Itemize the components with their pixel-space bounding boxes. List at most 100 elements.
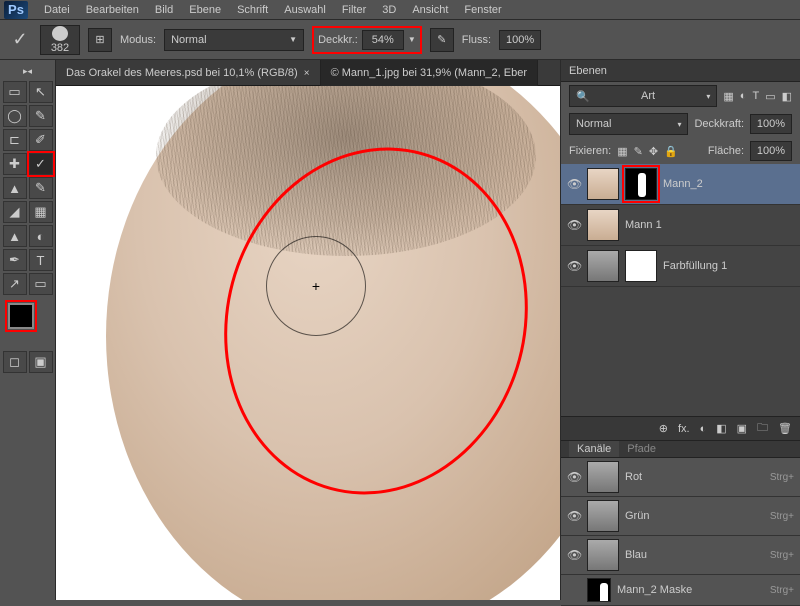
new-layer-icon[interactable]: 🗀 [757, 419, 768, 438]
heal-tool[interactable]: ✚ [3, 153, 27, 175]
menu-fenster[interactable]: Fenster [456, 0, 509, 20]
color-swatches[interactable] [8, 303, 48, 343]
path-tool[interactable]: ↗ [3, 273, 27, 295]
flow-input[interactable]: 100% [499, 30, 541, 50]
layer-opacity-input[interactable]: 100% [750, 114, 792, 134]
blend-value: Normal [576, 118, 611, 130]
filter-icons[interactable]: ▦◐T▭◧ [723, 90, 792, 103]
document-tabs: Das Orakel des Meeres.psd bei 10,1% (RGB… [56, 60, 560, 86]
channel-row[interactable]: 👁BlauStrg+ [561, 536, 800, 575]
channel-row[interactable]: 👁RotStrg+ [561, 458, 800, 497]
menu-ansicht[interactable]: Ansicht [404, 0, 456, 20]
opacity-input[interactable]: 54% [362, 30, 404, 50]
opacity-label: Deckkr.: [318, 34, 358, 46]
layer-thumbnail[interactable] [587, 168, 619, 200]
blur-tool[interactable]: ▲ [3, 225, 27, 247]
brush-preset-picker[interactable]: 382 [40, 25, 80, 55]
layer-name[interactable]: Farbfüllung 1 [663, 260, 794, 272]
channel-row[interactable]: Mann_2 MaskeStrg+ [561, 575, 800, 606]
pen-tool[interactable]: ✒ [3, 249, 27, 271]
channel-thumbnail [587, 461, 619, 493]
layer-row[interactable]: 👁 Farbfüllung 1 [561, 246, 800, 287]
menu-3d[interactable]: 3D [374, 0, 404, 20]
foreground-color-swatch[interactable] [8, 303, 34, 329]
menu-ebene[interactable]: Ebene [181, 0, 229, 20]
chevron-down-icon[interactable]: ▼ [408, 35, 416, 44]
channels-tab[interactable]: Kanäle [569, 441, 619, 457]
menu-bearbeiten[interactable]: Bearbeiten [78, 0, 147, 20]
mask-icon[interactable]: ◐ [700, 423, 707, 435]
brush-tool-icon: ✓ [8, 28, 32, 52]
layer-mask-thumbnail[interactable] [625, 250, 657, 282]
visibility-icon[interactable]: 👁 [567, 509, 581, 523]
layer-name[interactable]: Mann_2 [663, 178, 794, 190]
delete-icon[interactable]: 🗑 [778, 422, 792, 435]
layers-list: 👁 Mann_2 👁 Mann 1 👁 Farbfüllung 1 [561, 164, 800, 416]
shape-tool[interactable]: ▭ [29, 273, 53, 295]
layer-filter-dropdown[interactable]: 🔍Art▾ [569, 85, 717, 107]
adjust-icon[interactable]: ◧ [716, 422, 726, 435]
layer-blend-dropdown[interactable]: Normal▾ [569, 113, 688, 135]
layer-row[interactable]: 👁 Mann_2 [561, 164, 800, 205]
stamp-tool[interactable]: ▲ [3, 177, 27, 199]
channel-thumbnail [587, 539, 619, 571]
brush-tool[interactable]: ✓ [29, 153, 53, 175]
quickmask-tool[interactable]: ◻ [3, 351, 27, 373]
toolbox: ▸◂ ▭↖ ◯✎ ⊏✐ ✚✓ ▲✎ ◢▦ ▲◐ ✒T ↗▭ ◻▣ [0, 60, 56, 600]
lock-icons[interactable]: ▦✎✥🔒 [617, 145, 678, 158]
arrow-tool[interactable]: ↖ [29, 81, 53, 103]
channels-panel: Kanäle Pfade 👁RotStrg+ 👁GrünStrg+ 👁BlauS… [561, 440, 800, 600]
brush-size-value: 382 [51, 42, 69, 54]
fill-input[interactable]: 100% [750, 141, 792, 161]
visibility-icon[interactable]: 👁 [567, 548, 581, 562]
dodge-tool[interactable]: ◐ [29, 225, 53, 247]
canvas[interactable] [56, 86, 560, 600]
filter-type-icon: T [752, 90, 759, 103]
layer-thumbnail[interactable] [587, 209, 619, 241]
visibility-icon[interactable]: 👁 [567, 259, 581, 273]
lasso-tool[interactable]: ◯ [3, 105, 27, 127]
crop-tool[interactable]: ⊏ [3, 129, 27, 151]
layer-thumbnail[interactable] [587, 250, 619, 282]
paths-tab[interactable]: Pfade [619, 441, 664, 457]
document-area: Das Orakel des Meeres.psd bei 10,1% (RGB… [56, 60, 560, 600]
channel-thumbnail [587, 500, 619, 532]
layer-row[interactable]: 👁 Mann 1 [561, 205, 800, 246]
channel-row[interactable]: 👁GrünStrg+ [561, 497, 800, 536]
menu-auswahl[interactable]: Auswahl [276, 0, 334, 20]
lock-transparent-icon: ▦ [617, 145, 627, 158]
fx-icon[interactable]: fx. [678, 423, 690, 435]
screenmode-tool[interactable]: ▣ [29, 351, 53, 373]
flow-label: Fluss: [462, 34, 491, 46]
group-icon[interactable]: ▣ [737, 422, 747, 435]
wand-tool[interactable]: ✎ [29, 105, 53, 127]
channel-shortcut: Strg+ [770, 550, 794, 561]
tab-label: © Mann_1.jpg bei 31,9% (Mann_2, Eber [331, 67, 527, 79]
toolbox-grip-icon[interactable]: ▸◂ [23, 66, 32, 77]
visibility-icon[interactable]: 👁 [567, 218, 581, 232]
layer-mask-thumbnail[interactable] [625, 168, 657, 200]
fill-label: Fläche: [708, 145, 744, 157]
move-tool[interactable]: ▭ [3, 81, 27, 103]
menu-datei[interactable]: Datei [36, 0, 78, 20]
visibility-icon[interactable]: 👁 [567, 177, 581, 191]
brush-panel-toggle-icon[interactable]: ⊞ [88, 28, 112, 52]
history-brush-tool[interactable]: ✎ [29, 177, 53, 199]
document-tab-1[interactable]: Das Orakel des Meeres.psd bei 10,1% (RGB… [56, 60, 321, 86]
menu-bild[interactable]: Bild [147, 0, 181, 20]
layers-panel-tab[interactable]: Ebenen [561, 60, 800, 82]
close-tab-icon[interactable]: × [304, 68, 310, 79]
layer-name[interactable]: Mann 1 [625, 219, 794, 231]
menu-filter[interactable]: Filter [334, 0, 374, 20]
type-tool[interactable]: T [29, 249, 53, 271]
eyedropper-tool[interactable]: ✐ [29, 129, 53, 151]
visibility-icon[interactable]: 👁 [567, 470, 581, 484]
layer-opacity-label: Deckkraft: [694, 118, 744, 130]
eraser-tool[interactable]: ◢ [3, 201, 27, 223]
menu-schrift[interactable]: Schrift [229, 0, 276, 20]
blend-mode-dropdown[interactable]: Normal ▼ [164, 29, 304, 51]
gradient-tool[interactable]: ▦ [29, 201, 53, 223]
link-icon[interactable]: ⊕ [659, 422, 668, 435]
document-tab-2[interactable]: © Mann_1.jpg bei 31,9% (Mann_2, Eber [321, 60, 538, 86]
pressure-opacity-icon[interactable]: ✎ [430, 28, 454, 52]
